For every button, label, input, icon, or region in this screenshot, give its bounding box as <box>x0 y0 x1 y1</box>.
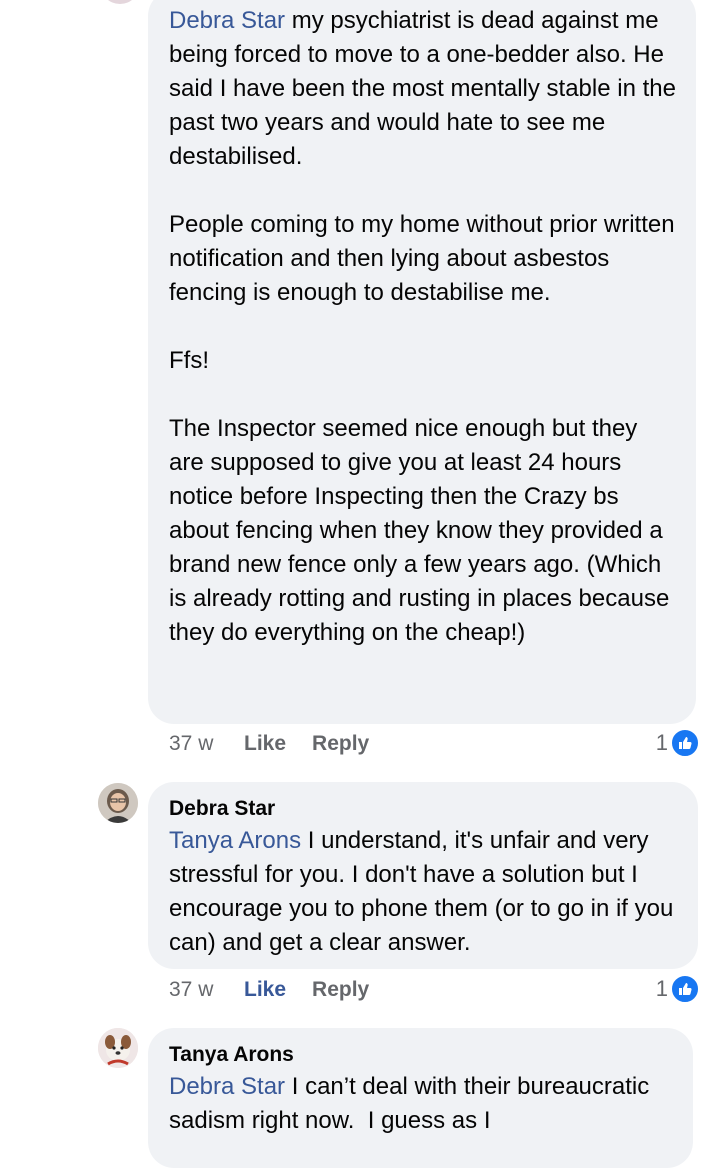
mention-link[interactable]: Debra Star <box>169 1073 285 1100</box>
like-icon <box>670 974 700 1004</box>
comment-bubble: Tanya Arons Debra Star I can’t deal with… <box>148 1028 693 1168</box>
comment-timestamp[interactable]: 37 w <box>169 732 244 756</box>
comment-text: Tanya Arons I understand, it's unfair an… <box>169 827 680 956</box>
comment-author[interactable]: Tanya Arons <box>169 1040 673 1070</box>
reply-button[interactable]: Reply <box>312 978 369 1002</box>
like-icon <box>670 728 700 758</box>
comment-actions: 37 w Like Reply <box>169 732 395 756</box>
mention-link[interactable]: Tanya Arons <box>169 827 301 854</box>
comment-text: The Inspector seemed nice enough but the… <box>169 415 676 646</box>
reaction-count: 1 <box>655 976 668 1001</box>
reaction-count: 1 <box>655 730 668 755</box>
avatar[interactable] <box>98 783 138 823</box>
comment-author[interactable]: Debra Star <box>169 794 678 824</box>
comment-bubble: Debra Star my psychiatrist is dead again… <box>148 0 696 724</box>
comment-text: Debra Star my psychiatrist is dead again… <box>169 7 683 170</box>
like-button[interactable]: Like <box>244 978 286 1002</box>
reaction-summary[interactable]: 1 <box>656 974 700 1004</box>
reaction-summary[interactable]: 1 <box>656 728 700 758</box>
like-button[interactable]: Like <box>244 732 286 756</box>
mention-link[interactable]: Debra Star <box>169 7 285 34</box>
avatar[interactable] <box>98 1028 138 1068</box>
comment-timestamp[interactable]: 37 w <box>169 978 244 1002</box>
comment-text: People coming to my home without prior w… <box>169 211 682 306</box>
comment-actions: 37 w Like Reply <box>169 978 395 1002</box>
reply-button[interactable]: Reply <box>312 732 369 756</box>
comment-text: Debra Star I can’t deal with their burea… <box>169 1073 656 1134</box>
comment-text: Ffs! <box>169 347 209 374</box>
comment-bubble: Debra Star Tanya Arons I understand, it'… <box>148 782 698 969</box>
avatar-partial[interactable] <box>100 0 140 4</box>
